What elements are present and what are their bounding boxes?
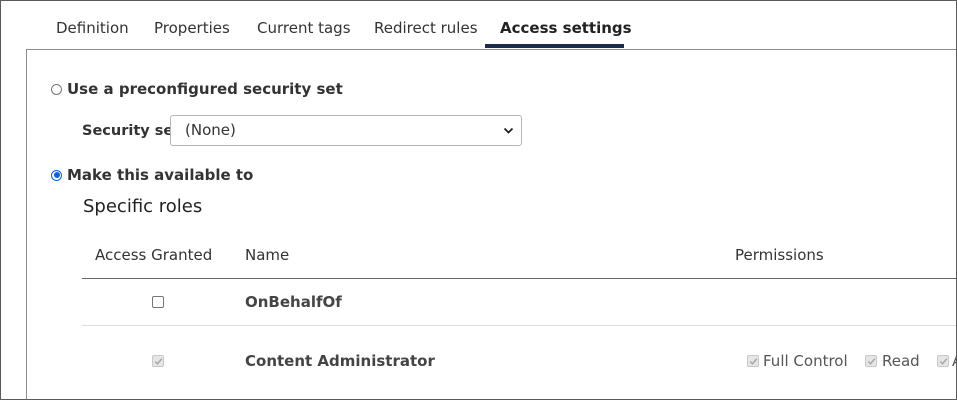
column-access-granted: Access Granted (95, 246, 213, 264)
row-divider (82, 325, 956, 326)
tab-redirect-rules[interactable]: Redirect rules (374, 19, 478, 37)
column-permissions: Permissions (735, 246, 824, 264)
check-icon (749, 358, 758, 365)
preconfigured-security-radio[interactable] (51, 83, 62, 95)
check-icon (867, 358, 876, 365)
header-divider (82, 278, 956, 279)
permission-read-checkbox (865, 355, 877, 367)
preconfigured-security-option[interactable]: Use a preconfigured security set (51, 80, 343, 98)
security-set-value: (None) (185, 121, 236, 139)
make-available-radio[interactable] (51, 169, 62, 181)
tab-access-settings[interactable]: Access settings (500, 19, 632, 37)
tab-current-tags[interactable]: Current tags (257, 19, 351, 37)
check-icon (939, 358, 948, 365)
chevron-down-icon (503, 127, 514, 134)
specific-roles-title: Specific roles (83, 196, 203, 217)
access-granted-checkbox[interactable] (152, 296, 164, 308)
active-tab-indicator (485, 44, 624, 48)
access-settings-panel: Definition Properties Current tags Redir… (0, 0, 957, 400)
role-name: Content Administrator (245, 352, 435, 370)
security-set-select[interactable]: (None) (170, 115, 522, 146)
permission-extra-label: A (952, 352, 956, 370)
access-granted-checkbox (152, 355, 164, 367)
tab-definition[interactable]: Definition (56, 19, 129, 37)
tab-bar: Definition Properties Current tags Redir… (26, 1, 956, 50)
permission-read-label: Read (882, 352, 920, 370)
preconfigured-security-label: Use a preconfigured security set (67, 80, 343, 98)
role-name: OnBehalfOf (245, 293, 342, 311)
column-name: Name (245, 246, 290, 264)
permission-full-control-label: Full Control (763, 352, 848, 370)
security-set-label: Security set (82, 123, 181, 139)
permission-extra-checkbox (937, 355, 949, 367)
make-available-label: Make this available to (67, 166, 254, 184)
tab-content: Use a preconfigured security set Securit… (26, 50, 956, 399)
tab-properties[interactable]: Properties (154, 19, 230, 37)
make-available-option[interactable]: Make this available to (51, 166, 253, 184)
permission-full-control-checkbox (747, 355, 759, 367)
check-icon (154, 358, 163, 365)
